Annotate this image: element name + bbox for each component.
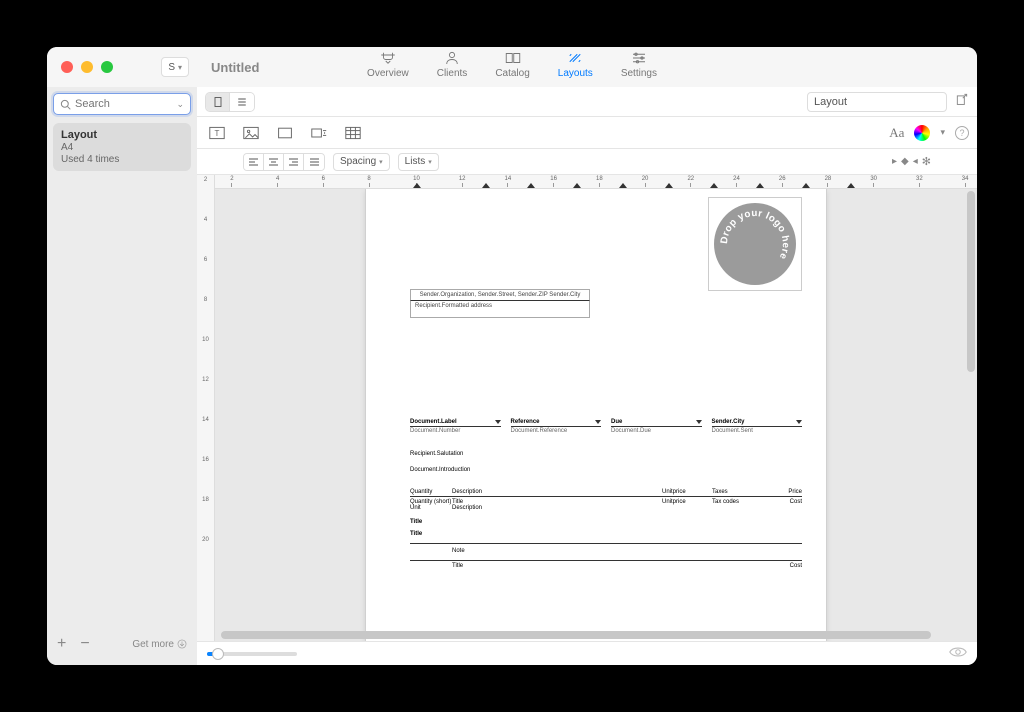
export-button[interactable] [955,92,969,111]
top-nav-tabs: Overview Clients Catalog Layouts Setting… [47,47,977,87]
logo-placeholder[interactable]: Drop your logo here [708,197,802,291]
align-right-button[interactable] [284,154,304,170]
download-icon [177,639,187,649]
svg-text:Drop your logo here: Drop your logo here [719,208,791,261]
search-input[interactable] [75,98,172,110]
sidebar: ⌄ Layout A4 Used 4 times + − Get more [47,87,197,665]
app-window: S Untitled Overview Clients Catalog Layo… [47,47,977,665]
sidebar-footer: + − Get more [53,629,191,659]
introduction-field[interactable]: Document.Introduction [410,467,470,473]
insert-text-box-button[interactable]: T [205,122,229,144]
ruler-settings-button[interactable]: ✻ [922,155,931,168]
get-more-button[interactable]: Get more [132,639,187,650]
page-view-button[interactable] [206,93,230,111]
canvas-column: 2 4 6 8 10 12 14 16 18 20 22 24 26 28 [215,175,977,641]
ruler-prev-button[interactable]: ▸ [892,156,897,167]
layout-list-item[interactable]: Layout A4 Used 4 times [53,123,191,171]
line-items-table[interactable]: Quantity Description Unitprice Taxes Pri… [410,489,802,571]
add-layout-button[interactable]: + [57,635,66,653]
ruler-center-button[interactable]: ◆ [901,156,909,167]
tab-layouts[interactable]: Layouts [558,50,593,79]
canvas-area: 2 4 6 8 10 12 14 16 18 20 2 4 6 [197,175,977,641]
tab-stop-marker[interactable] [482,183,490,188]
page[interactable]: Drop your logo here Sender.Organization,… [366,189,826,641]
tab-stop-marker[interactable] [413,183,421,188]
main-area: ⌄ Layout A4 Used 4 times + − Get more [47,87,977,665]
preview-toggle[interactable] [949,645,967,663]
align-center-button[interactable] [264,154,284,170]
titlebar: S Untitled Overview Clients Catalog Layo… [47,47,977,87]
ruler-nav-buttons: ▸ ◆ ◂ ✻ [892,155,931,168]
layout-item-name: Layout [61,129,183,141]
toolbar-insert: T Aa ▾ ? [197,117,977,149]
search-icon [60,99,71,110]
insert-table-button[interactable] [341,122,365,144]
meta-row[interactable]: Document.LabelDocument.Number ReferenceD… [410,419,802,434]
horizontal-scrollbar[interactable] [221,631,961,639]
tab-stop-marker[interactable] [527,183,535,188]
zoom-slider[interactable] [207,652,297,656]
status-bar [197,641,977,665]
tab-stop-marker[interactable] [802,183,810,188]
insert-rectangle-button[interactable] [273,122,297,144]
tab-stop-marker[interactable] [619,183,627,188]
remove-layout-button[interactable]: − [80,635,89,653]
tab-stop-marker[interactable] [665,183,673,188]
tab-settings[interactable]: Settings [621,50,657,79]
spacing-dropdown[interactable]: Spacing [333,153,390,171]
layout-item-usage: Used 4 times [61,154,183,165]
tab-stop-marker[interactable] [847,183,855,188]
svg-text:T: T [215,129,220,138]
layout-item-size: A4 [61,142,183,153]
tab-overview[interactable]: Overview [367,50,409,79]
insert-image-button[interactable] [239,122,263,144]
font-button[interactable]: Aa [889,125,904,141]
salutation-field[interactable]: Recipient.Salutation [410,451,463,457]
toolbar-right: Aa ▾ ? [889,125,969,141]
canvas[interactable]: Drop your logo here Sender.Organization,… [215,189,977,641]
insert-field-button[interactable] [307,122,331,144]
view-mode-segment [205,92,255,112]
layout-name-input[interactable] [807,92,947,112]
tab-stop-marker[interactable] [756,183,764,188]
horizontal-ruler: 2 4 6 8 10 12 14 16 18 20 22 24 26 28 [215,175,977,189]
align-justify-button[interactable] [304,154,324,170]
recipient-address: Recipient.Formatted address [410,300,590,318]
tab-catalog[interactable]: Catalog [495,50,529,79]
tab-clients[interactable]: Clients [437,50,468,79]
ruler-next-button[interactable]: ◂ [913,156,918,167]
sender-box[interactable]: Sender.Organization, Sender.Street, Send… [410,289,590,318]
toolbar-view [197,87,977,117]
vertical-ruler: 2 4 6 8 10 12 14 16 18 20 [197,175,215,641]
color-picker-chevron[interactable]: ▾ [940,127,945,138]
text-align-segment [243,153,325,171]
color-picker-button[interactable] [914,125,930,141]
align-left-button[interactable] [244,154,264,170]
list-view-button[interactable] [230,93,254,111]
lists-dropdown[interactable]: Lists [398,153,439,171]
search-field[interactable]: ⌄ [53,93,191,115]
tab-stop-marker[interactable] [573,183,581,188]
help-button[interactable]: ? [955,126,969,140]
editor: T Aa ▾ ? Spacing [197,87,977,665]
toolbar-text: Spacing Lists ▸ ◆ ◂ ✻ [197,149,977,175]
vertical-scrollbar[interactable] [967,191,975,372]
search-scope-toggle[interactable]: ⌄ [176,100,184,109]
tab-stop-marker[interactable] [710,183,718,188]
